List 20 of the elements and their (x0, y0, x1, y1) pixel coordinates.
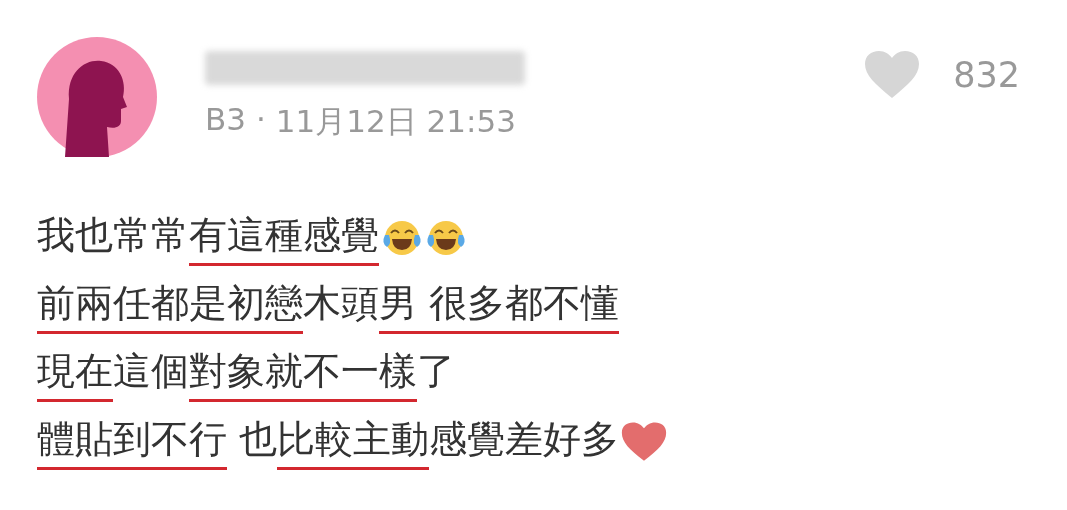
underlined-text: 男 很多都不懂 (379, 278, 620, 334)
floor-number: B3 (205, 101, 246, 139)
comment-text: 也 (238, 416, 278, 463)
heart-emoji-icon (621, 421, 668, 463)
comment-text: 了 (417, 348, 455, 395)
comment-text: 這個 (113, 348, 189, 395)
underlined-text: 體貼到不行 (37, 414, 227, 470)
comment-text: 感覺差好多 (429, 416, 620, 463)
heart-icon[interactable] (865, 51, 920, 99)
underlined-text: 現在 (37, 346, 113, 402)
avatar-icon (37, 37, 157, 157)
underlined-text: 比較主動 (277, 414, 430, 470)
like-count: 832 (953, 55, 1020, 95)
underlined-text: 有這種感覺 (189, 210, 379, 266)
comment-date: 11月12日 21:53 (275, 102, 516, 141)
underlined-text: 對象就不一樣 (189, 346, 417, 402)
comment-text: 木頭 (303, 280, 379, 327)
separator: · (256, 101, 266, 139)
underlined-text: 前兩任都是初戀 (37, 278, 303, 334)
comment-text: 我也常常 (37, 212, 189, 259)
